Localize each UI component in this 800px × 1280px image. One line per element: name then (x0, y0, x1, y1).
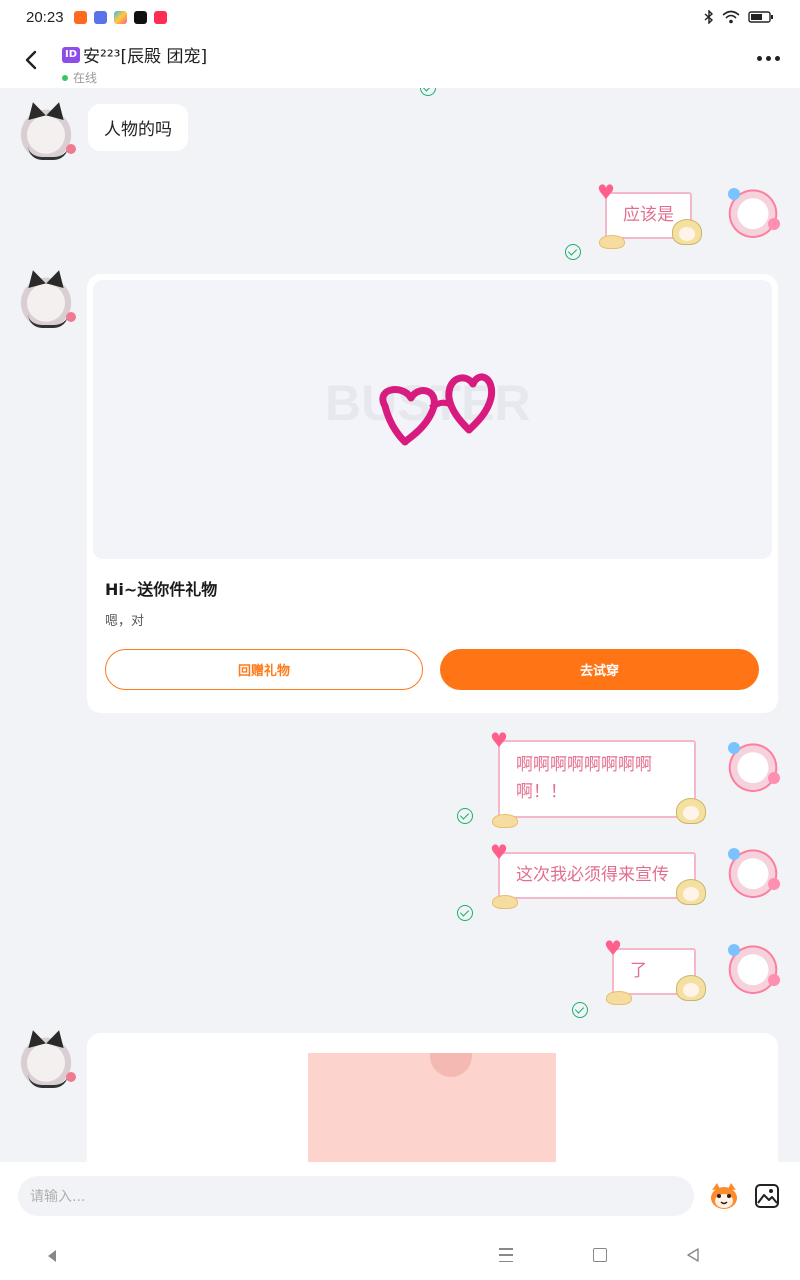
my-avatar[interactable] (726, 184, 780, 238)
image-icon[interactable] (754, 1183, 780, 1209)
system-nav-bar (0, 1230, 800, 1280)
heart-decoration-icon: ♥ (490, 840, 508, 864)
heart-decoration-icon: ♥ (604, 936, 622, 960)
status-time: 20:23 (26, 8, 64, 26)
message-text: 这次我必须得来宣传 (516, 865, 669, 885)
gift-subtitle: 嗯，对 (105, 614, 145, 629)
message-input[interactable]: 请输入... (18, 1176, 694, 1216)
message-text: 应该是 (623, 205, 674, 225)
return-gift-button[interactable]: 回赠礼物 (105, 649, 423, 690)
app-icon-black (133, 10, 147, 24)
heart-glasses-icon: BUSTER (325, 373, 531, 446)
status-bar: 20:23 (0, 0, 800, 34)
bluetooth-icon (704, 10, 714, 24)
gift-image (308, 1053, 556, 1162)
read-check-icon (420, 88, 436, 96)
wing-decoration-icon (492, 814, 518, 828)
wifi-icon (722, 10, 740, 24)
message-bubble-sent[interactable]: ♥ 了 (604, 938, 706, 1005)
read-check-icon (572, 1002, 588, 1018)
nav-home-icon[interactable] (593, 1248, 607, 1262)
message-text: 啊啊啊啊啊啊啊啊啊！！ (516, 755, 652, 802)
online-status-text: 在线 (73, 71, 98, 85)
try-on-button[interactable]: 去试穿 (440, 649, 759, 690)
message-bubble-received[interactable]: 人物的吗 (88, 104, 188, 151)
app-icon-red (153, 10, 167, 24)
wing-decoration-icon (492, 895, 518, 909)
nav-menu-icon[interactable] (499, 1248, 513, 1262)
chat-header: ID 安²²³[辰殿 团宠] 在线 (0, 34, 800, 88)
chat-area[interactable]: 人物的吗 ♥ 应该是 BUSTER Hi~送你件礼物 嗯，对 回赠礼物 去试穿 (0, 88, 800, 1162)
contact-avatar[interactable] (18, 267, 76, 328)
chibi-decoration-icon (676, 798, 706, 830)
app-icon-orange (73, 10, 87, 24)
more-options-icon[interactable] (757, 56, 780, 61)
wing-decoration-icon (599, 235, 625, 249)
contact-avatar[interactable] (18, 99, 76, 160)
heart-decoration-icon: ♥ (490, 728, 508, 752)
app-icon-colorful (113, 10, 127, 24)
gift-image: BUSTER (93, 280, 772, 559)
message-text: 人物的吗 (104, 120, 172, 140)
battery-icon (748, 11, 773, 23)
app-icon-blue-bot (93, 10, 107, 24)
chibi-decoration-icon (676, 879, 706, 911)
chibi-decoration-icon (672, 219, 702, 251)
my-avatar[interactable] (726, 844, 780, 898)
online-status: 在线 (62, 69, 207, 86)
gift-card[interactable] (87, 1033, 778, 1162)
gift-title: Hi~送你件礼物 (105, 580, 218, 599)
message-bubble-sent[interactable]: ♥ 这次我必须得来宣传 (490, 842, 706, 909)
read-check-icon (457, 808, 473, 824)
my-avatar[interactable] (726, 940, 780, 994)
id-badge: ID (62, 46, 81, 63)
message-bubble-sent[interactable]: ♥ 啊啊啊啊啊啊啊啊啊！！ (490, 730, 706, 828)
message-text: 了 (630, 961, 647, 981)
gift-card[interactable]: BUSTER Hi~送你件礼物 嗯，对 回赠礼物 去试穿 (87, 274, 778, 713)
nav-recent-icon[interactable] (686, 1248, 700, 1262)
contact-avatar[interactable] (18, 1027, 76, 1088)
heart-decoration-icon: ♥ (597, 180, 615, 204)
back-icon[interactable] (18, 46, 46, 74)
sticker-icon[interactable] (708, 1180, 740, 1212)
chat-title: ID 安²²³[辰殿 团宠] (62, 42, 207, 67)
input-bar: 请输入... (0, 1162, 800, 1230)
chat-title-group[interactable]: ID 安²²³[辰殿 团宠] 在线 (62, 42, 207, 86)
wing-decoration-icon (606, 991, 632, 1005)
online-dot-icon (62, 74, 68, 81)
nav-back-icon[interactable] (48, 1250, 56, 1262)
read-check-icon (565, 244, 581, 260)
chibi-decoration-icon (676, 975, 706, 1007)
my-avatar[interactable] (726, 738, 780, 792)
contact-name: 安²²³[辰殿 团宠] (83, 47, 208, 67)
message-bubble-sent[interactable]: ♥ 应该是 (597, 182, 702, 249)
read-check-icon (457, 905, 473, 921)
